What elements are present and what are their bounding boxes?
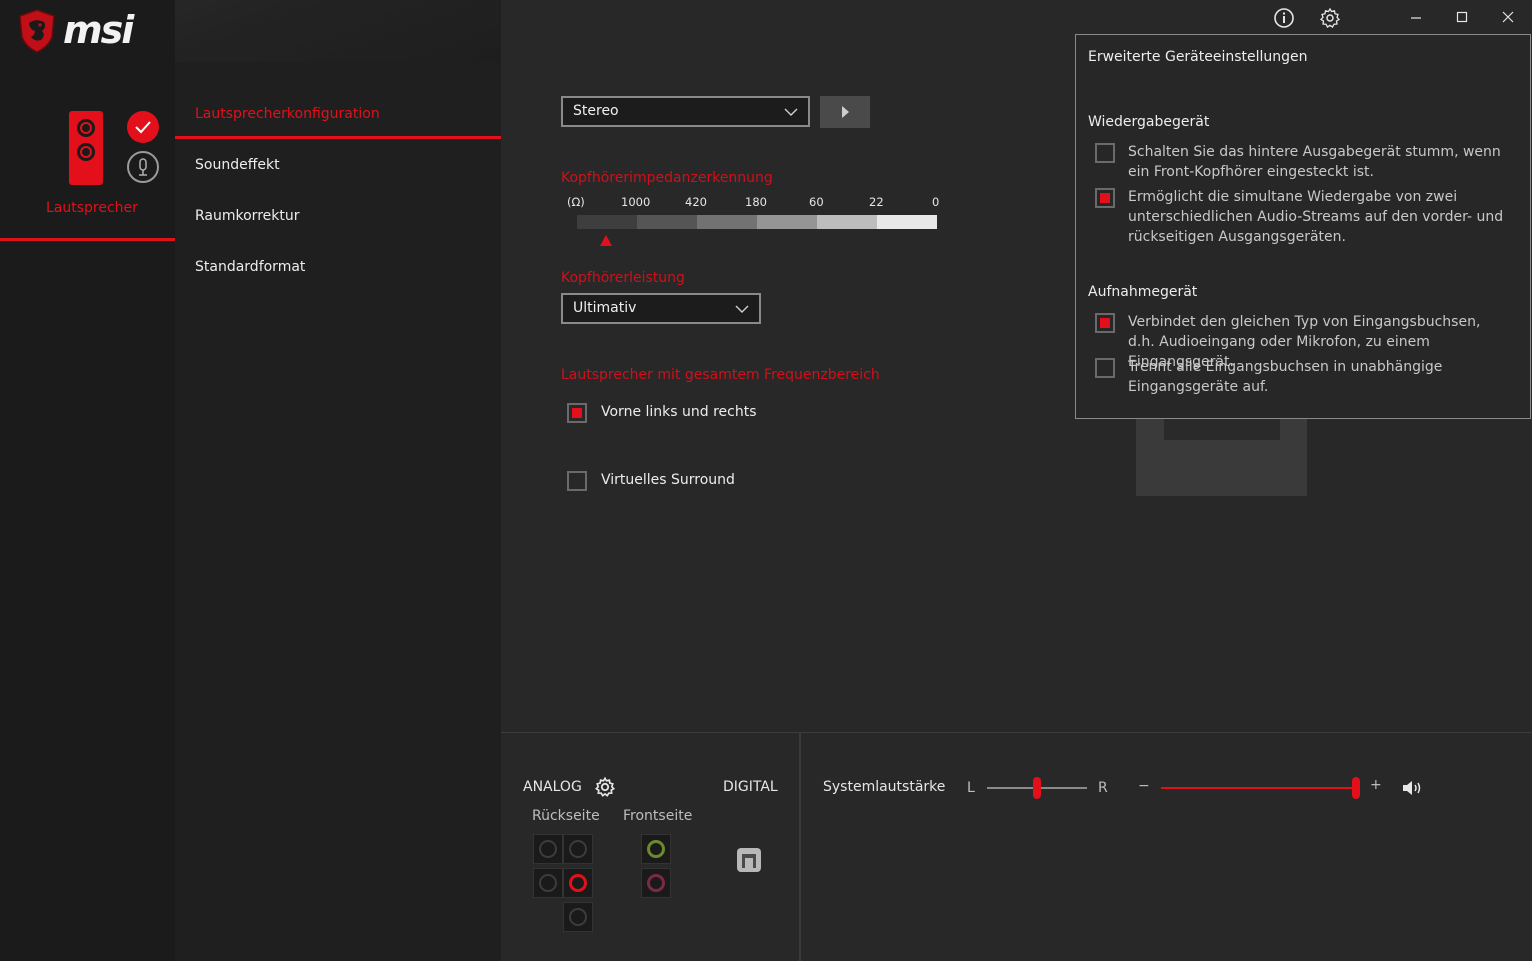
headphone-power-value: Ultimativ xyxy=(573,300,637,316)
info-icon[interactable] xyxy=(1272,6,1296,30)
separate-inputs-checkbox[interactable] xyxy=(1095,358,1115,378)
analog-label: ANALOG xyxy=(523,779,582,795)
front-jack-headphone[interactable] xyxy=(641,834,671,864)
rear-jack[interactable] xyxy=(533,868,563,898)
front-panel-label: Frontseite xyxy=(623,808,693,824)
popup-title: Erweiterte Geräteeinstellungen xyxy=(1088,49,1308,65)
device-label[interactable]: Lautsprecher xyxy=(46,200,138,216)
multistream-playback-checkbox[interactable] xyxy=(1095,188,1115,208)
impedance-tick: 60 xyxy=(809,195,824,209)
speaker-mode-value: Stereo xyxy=(573,103,619,119)
combine-inputs-checkbox[interactable] xyxy=(1095,313,1115,333)
bottom-panel-separator xyxy=(799,733,801,961)
balance-right-label: R xyxy=(1098,780,1108,796)
volume-increase-button[interactable]: + xyxy=(1370,777,1382,793)
balance-left-label: L xyxy=(967,780,975,796)
play-icon xyxy=(842,106,849,118)
impedance-scale-segment xyxy=(757,215,817,229)
impedance-unit: (Ω) xyxy=(567,195,585,209)
separate-inputs-label: Trennt alle Eingangsbuchsen in unabhängi… xyxy=(1128,359,1443,395)
impedance-scale-segment xyxy=(637,215,697,229)
volume-slider-track[interactable] xyxy=(1161,787,1358,789)
speaker-volume-icon[interactable] xyxy=(1401,778,1425,798)
play-test-button[interactable] xyxy=(820,96,870,128)
virtual-surround-checkbox[interactable] xyxy=(567,471,587,491)
headphone-power-heading: Kopfhörerleistung xyxy=(561,270,685,286)
analog-settings-gear-icon[interactable] xyxy=(594,776,616,798)
nav-item-standardformat[interactable]: Standardformat xyxy=(195,259,305,275)
impedance-scale-segment xyxy=(877,215,937,229)
minimize-icon[interactable] xyxy=(1404,6,1428,30)
settings-gear-icon[interactable] xyxy=(1318,6,1342,30)
impedance-heading: Kopfhörerimpedanzerkennung xyxy=(561,170,773,186)
front-jack-mic[interactable] xyxy=(641,868,671,898)
maximize-icon[interactable] xyxy=(1450,6,1474,30)
speaker-mode-select[interactable]: Stereo xyxy=(561,96,810,127)
nav-item-lautsprecherkonfiguration[interactable]: Lautsprecherkonfiguration xyxy=(195,106,380,122)
impedance-scale-segment xyxy=(817,215,877,229)
advanced-device-settings-popup: Erweiterte Geräteeinstellungen Wiedergab… xyxy=(1075,34,1531,419)
volume-slider-thumb[interactable] xyxy=(1352,777,1360,799)
impedance-tick: 22 xyxy=(869,195,884,209)
rear-panel-label: Rückseite xyxy=(532,808,600,824)
digital-label: DIGITAL xyxy=(723,779,778,795)
mute-rear-checkbox[interactable] xyxy=(1095,143,1115,163)
nav-list: Lautsprecherkonfiguration Soundeffekt Ra… xyxy=(175,62,501,961)
spdif-port-icon[interactable] xyxy=(736,847,762,873)
rear-jack[interactable] xyxy=(563,902,593,932)
impedance-tick: 420 xyxy=(685,195,707,209)
device-active-underline xyxy=(0,238,175,241)
nav-item-soundeffekt[interactable]: Soundeffekt xyxy=(195,157,280,173)
chevron-down-icon xyxy=(784,108,798,116)
rear-jack[interactable] xyxy=(533,834,563,864)
impedance-tick: 0 xyxy=(932,195,940,209)
bottom-panel-divider xyxy=(501,732,1532,733)
rear-jack[interactable] xyxy=(563,834,593,864)
system-volume-label: Systemlautstärke xyxy=(823,779,946,795)
msi-logo-text: msi xyxy=(63,8,134,52)
microphone-device-icon[interactable] xyxy=(127,151,159,183)
impedance-tick: 1000 xyxy=(621,195,651,209)
recording-heading: Aufnahmegerät xyxy=(1088,284,1198,300)
default-device-check-icon[interactable] xyxy=(127,111,159,143)
mute-rear-label: Schalten Sie das hintere Ausgabegerät st… xyxy=(1128,144,1501,180)
playback-heading: Wiedergabegerät xyxy=(1088,114,1210,130)
rear-jack-active[interactable] xyxy=(563,868,593,898)
msi-dragon-shield-icon xyxy=(19,9,55,53)
nav-item-raumkorrektur[interactable]: Raumkorrektur xyxy=(195,208,299,224)
virtual-surround-label: Virtuelles Surround xyxy=(601,472,735,488)
front-lr-checkbox[interactable] xyxy=(567,403,587,423)
impedance-scale-segment xyxy=(577,215,637,229)
fullrange-heading: Lautsprecher mit gesamtem Frequenzbereic… xyxy=(561,367,880,383)
nav-active-underline xyxy=(175,136,501,139)
balance-slider-thumb[interactable] xyxy=(1033,777,1041,799)
volume-decrease-button[interactable]: − xyxy=(1138,778,1150,794)
impedance-tick: 180 xyxy=(745,195,767,209)
speaker-device-icon[interactable] xyxy=(69,111,103,185)
chevron-down-icon xyxy=(735,305,749,313)
multistream-playback-label: Ermöglicht die simultane Wiedergabe von … xyxy=(1128,189,1504,245)
headphone-power-select[interactable]: Ultimativ xyxy=(561,293,761,324)
impedance-scale-segment xyxy=(697,215,757,229)
close-icon[interactable] xyxy=(1496,6,1520,30)
impedance-indicator-icon xyxy=(600,235,612,246)
front-lr-label: Vorne links und rechts xyxy=(601,404,757,420)
